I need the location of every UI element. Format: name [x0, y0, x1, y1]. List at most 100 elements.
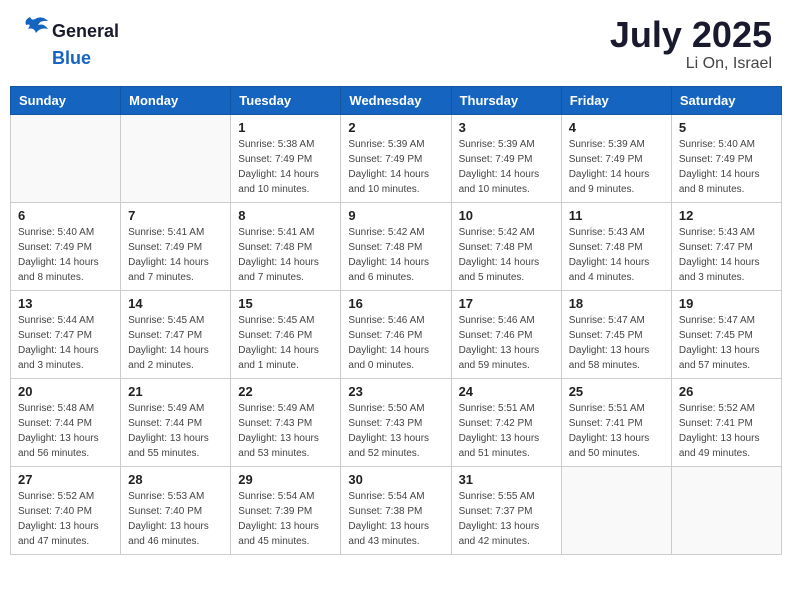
week-row-5: 27Sunrise: 5:52 AMSunset: 7:40 PMDayligh…	[11, 466, 782, 554]
calendar-cell: 26 Sunrise: 5:52 AMSunset: 7:41 PMDayligh…	[671, 378, 781, 466]
calendar-cell: 2Sunrise: 5:39 AMSunset: 7:49 PMDaylight…	[341, 114, 451, 202]
day-info: Sunrise: 5:52 AMSunset: 7:41 PMDaylight:…	[679, 401, 774, 461]
day-number: 19	[679, 296, 774, 311]
day-info: Sunrise: 5:43 AMSunset: 7:47 PMDaylight:…	[679, 225, 774, 285]
day-number: 23	[348, 384, 443, 399]
page-header: General Blue July 2025 Li On, Israel	[10, 10, 782, 78]
calendar-cell: 24 Sunrise: 5:51 AMSunset: 7:42 PMDayligh…	[451, 378, 561, 466]
day-info: Sunrise: 5:39 AMSunset: 7:49 PMDaylight:…	[569, 137, 664, 197]
day-info: Sunrise: 5:54 AMSunset: 7:38 PMDaylight:…	[348, 489, 443, 549]
logo-text-blue: Blue	[52, 48, 91, 68]
day-info: Sunrise: 5:46 AMSunset: 7:46 PMDaylight:…	[348, 313, 443, 373]
day-number: 15	[238, 296, 333, 311]
day-number: 9	[348, 208, 443, 223]
calendar-cell: 28Sunrise: 5:53 AMSunset: 7:40 PMDayligh…	[121, 466, 231, 554]
day-info: Sunrise: 5:39 AMSunset: 7:49 PMDaylight:…	[459, 137, 554, 197]
day-number: 7	[128, 208, 223, 223]
calendar-cell	[561, 466, 671, 554]
day-info: Sunrise: 5:54 AMSunset: 7:39 PMDaylight:…	[238, 489, 333, 549]
day-info: Sunrise: 5:42 AMSunset: 7:48 PMDaylight:…	[459, 225, 554, 285]
calendar-cell: 18Sunrise: 5:47 AMSunset: 7:45 PMDayligh…	[561, 290, 671, 378]
week-row-2: 6Sunrise: 5:40 AMSunset: 7:49 PMDaylight…	[11, 202, 782, 290]
week-row-3: 13 Sunrise: 5:44 AMSunset: 7:47 PMDayligh…	[11, 290, 782, 378]
day-number: 5	[679, 120, 774, 135]
day-number: 10	[459, 208, 554, 223]
calendar-cell: 10 Sunrise: 5:42 AMSunset: 7:48 PMDayligh…	[451, 202, 561, 290]
calendar-title: July 2025	[610, 15, 772, 55]
calendar-cell: 9 Sunrise: 5:42 AMSunset: 7:48 PMDaylight…	[341, 202, 451, 290]
calendar-cell: 31 Sunrise: 5:55 AMSunset: 7:37 PMDayligh…	[451, 466, 561, 554]
calendar-header: SundayMondayTuesdayWednesdayThursdayFrid…	[11, 86, 782, 114]
calendar-cell: 12 Sunrise: 5:43 AMSunset: 7:47 PMDayligh…	[671, 202, 781, 290]
day-info: Sunrise: 5:45 AMSunset: 7:46 PMDaylight:…	[238, 313, 333, 373]
calendar-cell: 29Sunrise: 5:54 AMSunset: 7:39 PMDayligh…	[231, 466, 341, 554]
weekday-header-friday: Friday	[561, 86, 671, 114]
day-info: Sunrise: 5:55 AMSunset: 7:37 PMDaylight:…	[459, 489, 554, 549]
day-number: 26	[679, 384, 774, 399]
calendar-cell	[671, 466, 781, 554]
day-number: 16	[348, 296, 443, 311]
weekday-header-monday: Monday	[121, 86, 231, 114]
day-info: Sunrise: 5:49 AMSunset: 7:44 PMDaylight:…	[128, 401, 223, 461]
calendar-cell: 23 Sunrise: 5:50 AMSunset: 7:43 PMDayligh…	[341, 378, 451, 466]
day-number: 30	[348, 472, 443, 487]
logo-icon	[20, 15, 50, 48]
calendar-cell	[121, 114, 231, 202]
day-number: 12	[679, 208, 774, 223]
calendar-body: 1 Sunrise: 5:38 AMSunset: 7:49 PMDaylight…	[11, 114, 782, 554]
calendar-cell: 20 Sunrise: 5:48 AMSunset: 7:44 PMDayligh…	[11, 378, 121, 466]
calendar-cell: 16 Sunrise: 5:46 AMSunset: 7:46 PMDayligh…	[341, 290, 451, 378]
calendar-cell: 5 Sunrise: 5:40 AMSunset: 7:49 PMDaylight…	[671, 114, 781, 202]
weekday-header-tuesday: Tuesday	[231, 86, 341, 114]
day-number: 24	[459, 384, 554, 399]
day-info: Sunrise: 5:45 AMSunset: 7:47 PMDaylight:…	[128, 313, 223, 373]
day-number: 20	[18, 384, 113, 399]
day-info: Sunrise: 5:42 AMSunset: 7:48 PMDaylight:…	[348, 225, 443, 285]
week-row-1: 1 Sunrise: 5:38 AMSunset: 7:49 PMDaylight…	[11, 114, 782, 202]
week-row-4: 20 Sunrise: 5:48 AMSunset: 7:44 PMDayligh…	[11, 378, 782, 466]
day-info: Sunrise: 5:43 AMSunset: 7:48 PMDaylight:…	[569, 225, 664, 285]
day-info: Sunrise: 5:49 AMSunset: 7:43 PMDaylight:…	[238, 401, 333, 461]
day-info: Sunrise: 5:53 AMSunset: 7:40 PMDaylight:…	[128, 489, 223, 549]
calendar-cell: 6Sunrise: 5:40 AMSunset: 7:49 PMDaylight…	[11, 202, 121, 290]
calendar-cell: 13 Sunrise: 5:44 AMSunset: 7:47 PMDayligh…	[11, 290, 121, 378]
calendar-cell: 3 Sunrise: 5:39 AMSunset: 7:49 PMDaylight…	[451, 114, 561, 202]
day-info: Sunrise: 5:41 AMSunset: 7:49 PMDaylight:…	[128, 225, 223, 285]
calendar-cell	[11, 114, 121, 202]
calendar-cell: 14 Sunrise: 5:45 AMSunset: 7:47 PMDayligh…	[121, 290, 231, 378]
weekday-header-thursday: Thursday	[451, 86, 561, 114]
day-info: Sunrise: 5:40 AMSunset: 7:49 PMDaylight:…	[18, 225, 113, 285]
calendar-cell: 15 Sunrise: 5:45 AMSunset: 7:46 PMDayligh…	[231, 290, 341, 378]
calendar-title-block: July 2025 Li On, Israel	[610, 15, 772, 73]
day-number: 1	[238, 120, 333, 135]
day-number: 22	[238, 384, 333, 399]
day-info: Sunrise: 5:50 AMSunset: 7:43 PMDaylight:…	[348, 401, 443, 461]
weekday-header-wednesday: Wednesday	[341, 86, 451, 114]
day-number: 31	[459, 472, 554, 487]
day-info: Sunrise: 5:38 AMSunset: 7:49 PMDaylight:…	[238, 137, 333, 197]
day-number: 14	[128, 296, 223, 311]
day-number: 2	[348, 120, 443, 135]
calendar-cell: 22 Sunrise: 5:49 AMSunset: 7:43 PMDayligh…	[231, 378, 341, 466]
logo: General Blue	[20, 15, 119, 69]
weekday-header-saturday: Saturday	[671, 86, 781, 114]
day-number: 13	[18, 296, 113, 311]
day-number: 3	[459, 120, 554, 135]
logo-text-general: General	[52, 21, 119, 41]
calendar-table: SundayMondayTuesdayWednesdayThursdayFrid…	[10, 86, 782, 555]
day-info: Sunrise: 5:51 AMSunset: 7:41 PMDaylight:…	[569, 401, 664, 461]
calendar-subtitle: Li On, Israel	[610, 55, 772, 73]
day-number: 21	[128, 384, 223, 399]
day-number: 11	[569, 208, 664, 223]
calendar-cell: 17Sunrise: 5:46 AMSunset: 7:46 PMDayligh…	[451, 290, 561, 378]
day-info: Sunrise: 5:47 AMSunset: 7:45 PMDaylight:…	[679, 313, 774, 373]
calendar-cell: 25Sunrise: 5:51 AMSunset: 7:41 PMDayligh…	[561, 378, 671, 466]
day-info: Sunrise: 5:44 AMSunset: 7:47 PMDaylight:…	[18, 313, 113, 373]
day-info: Sunrise: 5:52 AMSunset: 7:40 PMDaylight:…	[18, 489, 113, 549]
calendar-cell: 7 Sunrise: 5:41 AMSunset: 7:49 PMDaylight…	[121, 202, 231, 290]
day-info: Sunrise: 5:51 AMSunset: 7:42 PMDaylight:…	[459, 401, 554, 461]
day-info: Sunrise: 5:46 AMSunset: 7:46 PMDaylight:…	[459, 313, 554, 373]
calendar-cell: 11 Sunrise: 5:43 AMSunset: 7:48 PMDayligh…	[561, 202, 671, 290]
day-info: Sunrise: 5:40 AMSunset: 7:49 PMDaylight:…	[679, 137, 774, 197]
day-info: Sunrise: 5:48 AMSunset: 7:44 PMDaylight:…	[18, 401, 113, 461]
